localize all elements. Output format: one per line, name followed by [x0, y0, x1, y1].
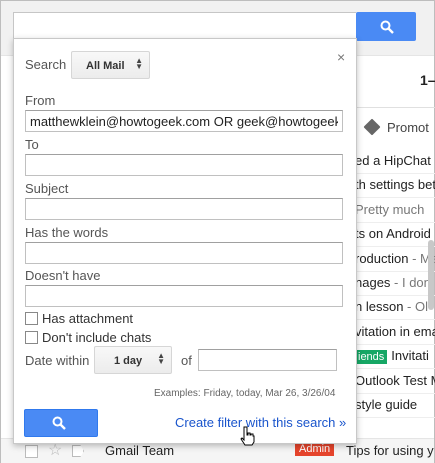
row-checkbox[interactable] [25, 445, 38, 458]
label-badge: iends [355, 350, 388, 365]
updown-arrow-icon: ▲ ▼ [157, 351, 165, 366]
of-label: of [181, 353, 192, 368]
email-subject: style guide [355, 397, 418, 412]
to-field[interactable] [25, 154, 343, 176]
doesnt-have-field[interactable] [25, 285, 343, 307]
email-row[interactable]: Pretty much [355, 197, 435, 223]
importance-marker-icon[interactable] [72, 445, 84, 457]
email-snippet: - I don' [390, 275, 434, 290]
email-snippet: - Ol [403, 299, 428, 315]
has-attachment-checkbox[interactable] [25, 312, 38, 325]
search-scope-label: Search [25, 57, 67, 72]
scrollbar[interactable] [428, 240, 434, 310]
email-subject: ed a HipChat [355, 153, 431, 168]
email-subject: roduction [355, 250, 409, 266]
email-subject: Tips for using y [346, 443, 434, 458]
email-subject: ts on Android [355, 226, 431, 242]
email-subject: Outlook Test M [355, 372, 435, 388]
email-row[interactable]: n lesson - Ol [355, 294, 435, 321]
email-row[interactable]: vitation in ema [355, 319, 435, 345]
label-badge: Admin [295, 442, 335, 456]
email-row[interactable]: ed a HipChat [355, 148, 435, 174]
date-within-label: Date within [25, 353, 90, 368]
search-scope-select[interactable]: All Mail ▲ ▼ [71, 51, 150, 79]
email-sender: Gmail Team [105, 443, 175, 458]
date-within-select[interactable]: 1 day ▲ ▼ [94, 346, 172, 374]
close-icon[interactable]: × [337, 49, 345, 65]
email-subject: Invitati [391, 348, 429, 364]
dont-include-chats-label: Don't include chats [42, 330, 152, 345]
has-words-label: Has the words [25, 225, 109, 240]
email-row[interactable]: nages - I don' [355, 270, 435, 296]
date-within-value: 1 day [114, 355, 143, 367]
email-row[interactable]: ts on Android [355, 221, 435, 248]
has-words-field[interactable] [25, 242, 343, 264]
email-subject: th settings bet [355, 177, 435, 193]
email-subject: nages [355, 275, 391, 290]
hand-cursor-icon [240, 426, 255, 446]
has-attachment-label: Has attachment [42, 311, 134, 326]
tab-promotions[interactable]: Promot [363, 118, 429, 136]
email-row[interactable]: roduction - Ma [355, 246, 435, 272]
divider [357, 107, 435, 108]
updown-arrow-icon: ▲ ▼ [135, 56, 143, 71]
search-scope-value: All Mail [86, 60, 125, 72]
advanced-search-dialog: Search All Mail ▲▼ × From To Subject Has… [13, 38, 357, 446]
search-icon [380, 20, 394, 34]
email-snippet: Pretty much [355, 201, 425, 217]
main-search-input[interactable] [13, 12, 356, 41]
page-indicator: 1– [420, 72, 435, 88]
email-subject: n lesson [355, 299, 404, 315]
create-filter-link[interactable]: Create filter with this search » [175, 415, 346, 430]
tag-icon [363, 118, 381, 136]
email-row[interactable]: style guide [355, 392, 435, 418]
tab-promotions-label: Promot [387, 120, 429, 135]
search-icon [52, 416, 66, 430]
dont-include-chats-checkbox[interactable] [25, 331, 38, 344]
date-field[interactable] [198, 349, 337, 371]
email-row[interactable]: Outlook Test M [355, 368, 435, 394]
subject-field[interactable] [25, 198, 343, 220]
from-field[interactable] [25, 110, 343, 132]
subject-label: Subject [25, 181, 69, 196]
email-row[interactable]: iends Invitati [355, 343, 435, 370]
doesnt-have-label: Doesn't have [25, 268, 101, 283]
to-label: To [25, 137, 39, 152]
search-button[interactable] [24, 409, 98, 437]
date-examples-hint: Examples: Friday, today, Mar 26, 3/26/04 [154, 388, 336, 399]
email-row[interactable]: th settings bet [355, 172, 435, 199]
from-label: From [25, 93, 56, 108]
email-subject: vitation in ema [355, 323, 435, 339]
main-search-button[interactable] [356, 12, 416, 41]
